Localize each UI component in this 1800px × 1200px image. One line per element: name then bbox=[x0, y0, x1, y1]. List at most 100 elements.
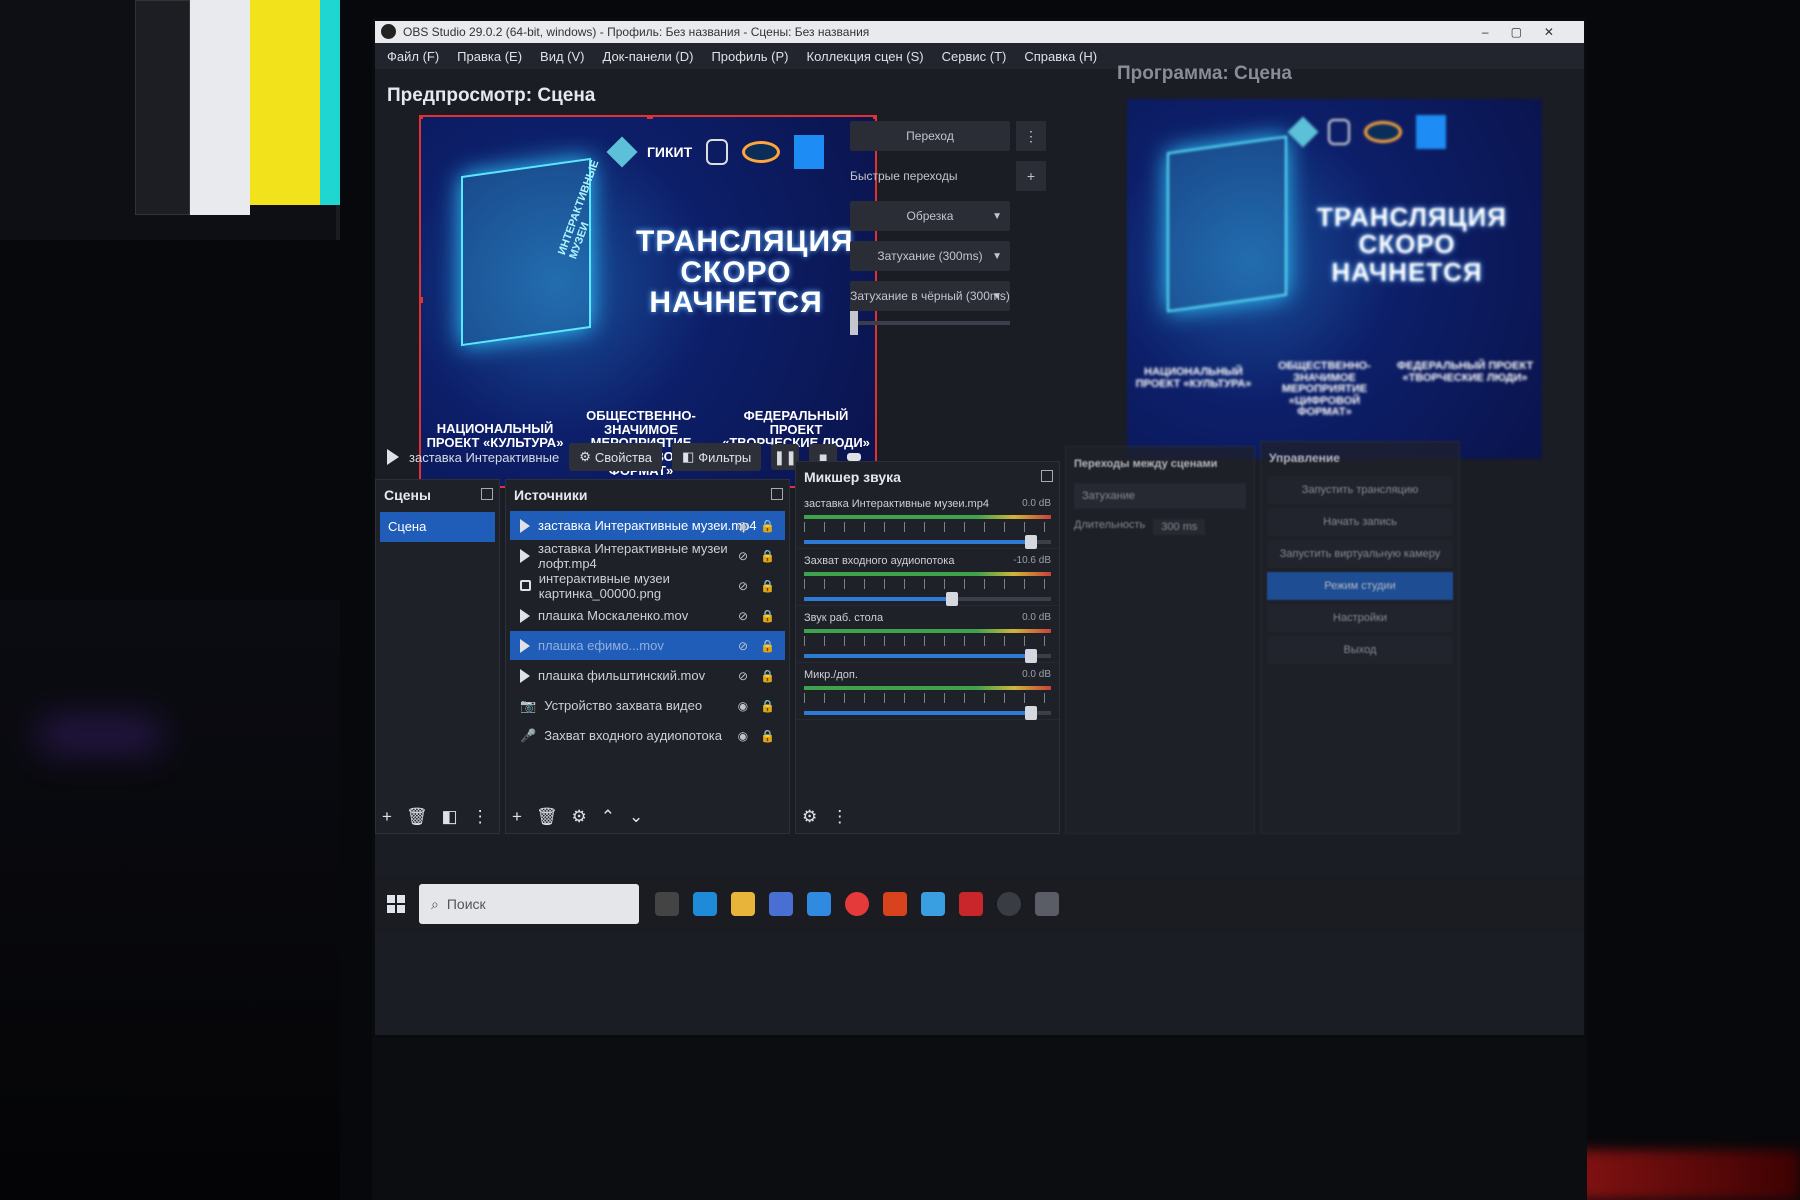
laptop-bezel bbox=[372, 1038, 1587, 1200]
studio-mode-button[interactable]: Режим студии bbox=[1267, 572, 1453, 600]
mail-icon[interactable] bbox=[807, 892, 831, 916]
add-quick-transition-icon[interactable]: + bbox=[1016, 161, 1046, 191]
tbar-knob[interactable] bbox=[850, 311, 858, 335]
app-icon[interactable] bbox=[959, 892, 983, 916]
eye-icon[interactable]: ◉ bbox=[738, 519, 748, 533]
taskbar-search[interactable]: ⌕ Поиск bbox=[419, 884, 639, 924]
source-item[interactable]: 🎤 Захват входного аудиопотока ◉ 🔒 bbox=[510, 721, 785, 750]
menu-edit[interactable]: Правка (E) bbox=[457, 49, 522, 64]
window-controls[interactable]: –▢✕ bbox=[1482, 21, 1576, 43]
volume-knob[interactable] bbox=[1025, 535, 1038, 549]
more-icon[interactable]: ⋮ bbox=[831, 807, 848, 827]
eye-hidden-icon[interactable]: ⊘ bbox=[738, 549, 748, 563]
transition-button[interactable]: Переход ⋮ bbox=[850, 121, 1046, 151]
more-icon[interactable]: ⋮ bbox=[472, 807, 489, 827]
eye-icon[interactable]: ◉ bbox=[738, 729, 748, 743]
quick-transition-fade[interactable]: Затухание (300ms) ▼ bbox=[850, 241, 1010, 271]
resize-handle[interactable] bbox=[421, 297, 423, 303]
settings-taskbar-icon[interactable] bbox=[1035, 892, 1059, 916]
pause-icon: ❚❚ bbox=[773, 448, 797, 465]
media-seek-bar[interactable] bbox=[847, 453, 862, 461]
transition-menu-icon[interactable]: ⋮ bbox=[1016, 121, 1046, 151]
eye-icon[interactable]: ◉ bbox=[738, 699, 748, 713]
emblem-icon bbox=[1328, 119, 1350, 145]
quick-transition-label: Затухание в чёрный (300ms) bbox=[850, 289, 1010, 303]
virtual-camera-button[interactable]: Запустить виртуальную камеру bbox=[1267, 540, 1453, 568]
task-view-icon[interactable] bbox=[655, 892, 679, 916]
menu-help[interactable]: Справка (H) bbox=[1024, 49, 1097, 64]
eye-hidden-icon[interactable]: ⊘ bbox=[738, 579, 748, 593]
windows-start-icon[interactable] bbox=[387, 895, 405, 913]
source-item[interactable]: заставка Интерактивные музеи лофт.mp4 ⊘ 🔒 bbox=[510, 541, 785, 571]
source-item[interactable]: плашка Москаленко.mov ⊘ 🔒 bbox=[510, 601, 785, 630]
add-icon[interactable]: + bbox=[512, 807, 522, 827]
filter-icon[interactable]: ◧ bbox=[442, 807, 458, 827]
resize-handle[interactable] bbox=[647, 117, 653, 119]
window-title: OBS Studio 29.0.2 (64-bit, windows) - Пр… bbox=[403, 25, 870, 39]
menu-file[interactable]: Файл (F) bbox=[387, 49, 439, 64]
undock-icon[interactable] bbox=[771, 488, 783, 500]
lock-icon[interactable]: 🔒 bbox=[760, 699, 775, 713]
volume-slider[interactable] bbox=[804, 535, 1051, 549]
obs-taskbar-icon[interactable] bbox=[997, 892, 1021, 916]
eye-hidden-icon[interactable]: ⊘ bbox=[738, 639, 748, 653]
lock-icon[interactable]: 🔒 bbox=[760, 609, 775, 623]
source-item[interactable]: плашка ефимо...mov ⊘ 🔒 bbox=[510, 631, 785, 660]
trash-icon[interactable]: 🗑 bbox=[536, 807, 558, 827]
volume-slider[interactable] bbox=[804, 592, 1051, 606]
source-item[interactable]: заставка Интерактивные музеи.mp4 ◉ 🔒 bbox=[510, 511, 785, 540]
volume-knob[interactable] bbox=[1025, 706, 1038, 720]
tbar-slider[interactable] bbox=[850, 311, 1010, 335]
source-item[interactable]: 📷 Устройство захвата видео ◉ 🔒 bbox=[510, 691, 785, 720]
volume-knob[interactable] bbox=[946, 592, 959, 606]
settings-button[interactable]: Настройки bbox=[1267, 604, 1453, 632]
eye-hidden-icon[interactable]: ⊘ bbox=[738, 609, 748, 623]
menu-scene-collection[interactable]: Коллекция сцен (S) bbox=[807, 49, 924, 64]
filters-button[interactable]: ◧ Фильтры bbox=[671, 443, 762, 471]
undock-icon[interactable] bbox=[481, 488, 493, 500]
lock-icon[interactable]: 🔒 bbox=[760, 669, 775, 683]
app-icon[interactable] bbox=[883, 892, 907, 916]
volume-knob[interactable] bbox=[1025, 649, 1038, 663]
resize-handle[interactable] bbox=[421, 117, 423, 119]
source-item[interactable]: интерактивные музеи картинка_00000.png ⊘ 🔒 bbox=[510, 571, 785, 601]
eye-hidden-icon[interactable]: ⊘ bbox=[738, 669, 748, 683]
add-icon[interactable]: + bbox=[382, 807, 392, 827]
exit-button[interactable]: Выход bbox=[1267, 636, 1453, 664]
quick-transition-fade-black[interactable]: Затухание в чёрный (300ms) ▼ bbox=[850, 281, 1010, 311]
properties-button[interactable]: ⚙ Свойства bbox=[569, 443, 662, 471]
source-item[interactable]: плашка фильштинский.mov ⊘ 🔒 bbox=[510, 661, 785, 690]
lock-icon[interactable]: 🔒 bbox=[760, 639, 775, 653]
channel-db: 0.0 dB bbox=[1022, 498, 1051, 509]
yandex-browser-icon[interactable] bbox=[845, 892, 869, 916]
lock-icon[interactable]: 🔒 bbox=[760, 579, 775, 593]
resize-handle[interactable] bbox=[873, 117, 875, 119]
menu-profile[interactable]: Профиль (P) bbox=[711, 49, 788, 64]
volume-slider[interactable] bbox=[804, 706, 1051, 720]
lock-icon[interactable]: 🔒 bbox=[760, 519, 775, 533]
duration-input[interactable]: 300 ms bbox=[1153, 519, 1206, 535]
transition-select[interactable]: Затухание bbox=[1074, 483, 1246, 509]
app-icon[interactable] bbox=[921, 892, 945, 916]
start-streaming-button[interactable]: Запустить трансляцию bbox=[1267, 476, 1453, 504]
gear-icon[interactable]: ⚙ bbox=[802, 807, 817, 827]
arrow-up-icon[interactable]: ⌃ bbox=[601, 807, 615, 827]
edge-icon[interactable] bbox=[693, 892, 717, 916]
menu-view[interactable]: Вид (V) bbox=[540, 49, 584, 64]
arrow-down-icon[interactable]: ⌄ bbox=[629, 807, 643, 827]
undock-icon[interactable] bbox=[1041, 470, 1053, 482]
trash-icon[interactable]: 🗑 bbox=[406, 807, 428, 827]
menu-tools[interactable]: Сервис (T) bbox=[942, 49, 1007, 64]
menu-docks[interactable]: Док-панели (D) bbox=[603, 49, 694, 64]
quick-transition-cut[interactable]: Обрезка ▼ bbox=[850, 201, 1010, 231]
lock-icon[interactable]: 🔒 bbox=[760, 729, 775, 743]
start-recording-button[interactable]: Начать запись bbox=[1267, 508, 1453, 536]
gear-icon[interactable]: ⚙ bbox=[572, 807, 587, 827]
preview-canvas[interactable]: ИНТЕРАКТИВНЫЕ МУЗЕИ ГИКИТ ТРАНСЛЯЦИЯ СКО… bbox=[419, 115, 877, 488]
mixer-channel: Захват входного аудиопотока -10.6 dB bbox=[796, 549, 1059, 606]
lock-icon[interactable]: 🔒 bbox=[760, 549, 775, 563]
file-explorer-icon[interactable] bbox=[731, 892, 755, 916]
store-icon[interactable] bbox=[769, 892, 793, 916]
scene-item[interactable]: Сцена bbox=[380, 512, 495, 542]
volume-slider[interactable] bbox=[804, 649, 1051, 663]
